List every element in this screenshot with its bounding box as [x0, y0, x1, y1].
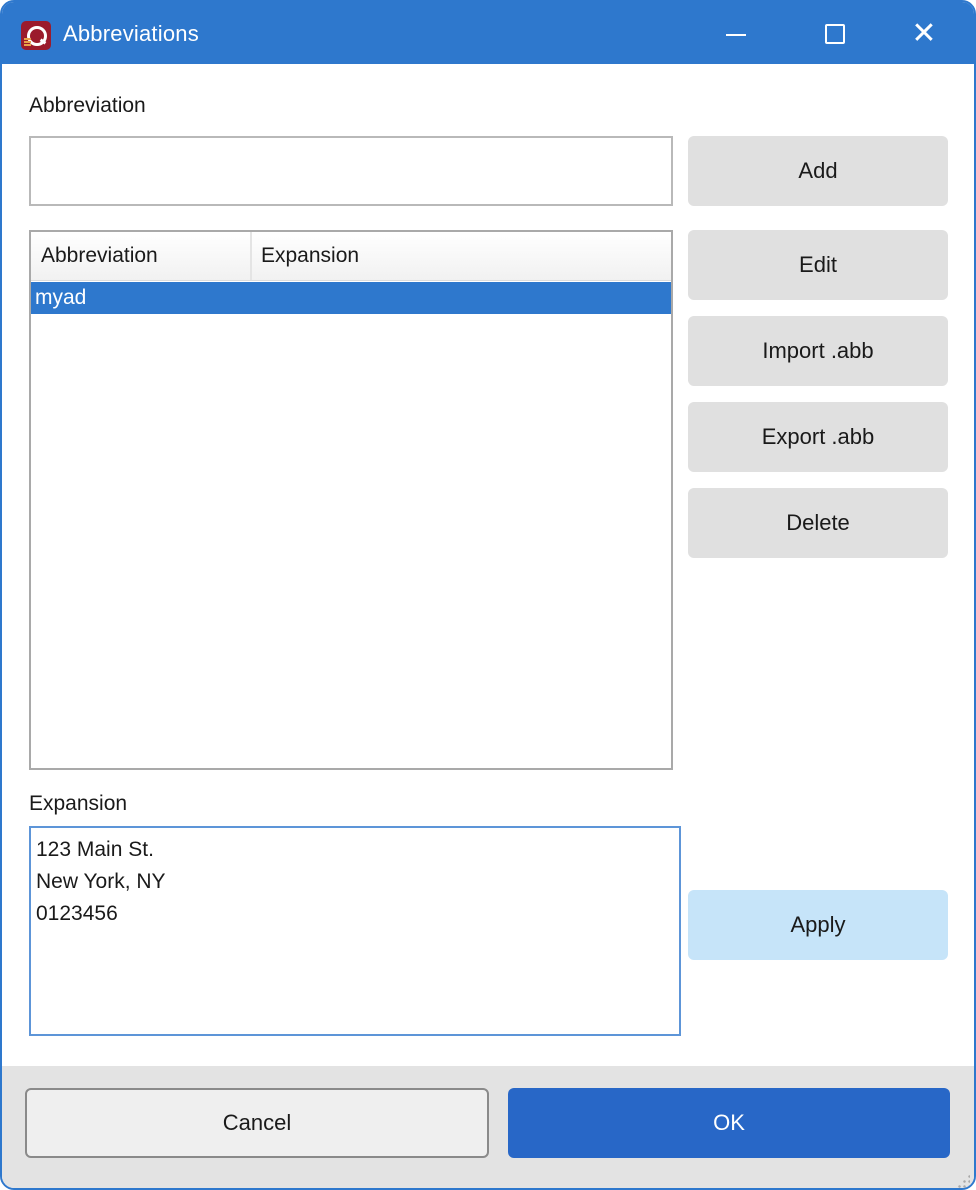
close-button[interactable]: ✕: [894, 12, 954, 56]
close-icon: ✕: [911, 17, 937, 50]
column-header-expansion[interactable]: Expansion: [261, 244, 359, 268]
edit-button[interactable]: Edit: [688, 230, 948, 300]
expansion-label: Expansion: [29, 792, 128, 815]
minimize-icon: [726, 34, 746, 36]
ok-button[interactable]: OK: [508, 1088, 950, 1158]
window-title: Abbreviations: [63, 21, 199, 46]
add-button[interactable]: Add: [688, 136, 948, 206]
list-header: Abbreviation Expansion: [31, 232, 671, 281]
column-separator[interactable]: [250, 232, 252, 280]
abbreviation-label: Abbreviation: [29, 94, 146, 117]
expansion-textarea[interactable]: 123 Main St. New York, NY 0123456: [29, 826, 681, 1036]
abbreviations-dialog: Abbreviations ✕ Abbreviation Add Edit Im…: [0, 0, 976, 1190]
minimize-button[interactable]: [705, 12, 765, 56]
import-abb-button[interactable]: Import .abb: [688, 316, 948, 386]
title-bar[interactable]: Abbreviations ✕: [2, 2, 974, 64]
list-row-selected[interactable]: myad: [31, 282, 671, 314]
export-abb-button[interactable]: Export .abb: [688, 402, 948, 472]
column-header-abbreviation[interactable]: Abbreviation: [41, 244, 158, 268]
delete-button[interactable]: Delete: [688, 488, 948, 558]
abbreviation-list[interactable]: Abbreviation Expansion myad: [29, 230, 673, 770]
maximize-icon: [825, 24, 845, 44]
maximize-button[interactable]: [804, 12, 864, 56]
dialog-footer: Cancel OK: [2, 1066, 974, 1188]
cancel-button[interactable]: Cancel: [25, 1088, 489, 1158]
apply-button[interactable]: Apply: [688, 890, 948, 960]
abbreviation-input[interactable]: [29, 136, 673, 206]
app-logo-icon: [21, 21, 51, 50]
row-abbreviation: myad: [35, 286, 87, 309]
resize-grip-icon[interactable]: [952, 1174, 970, 1188]
